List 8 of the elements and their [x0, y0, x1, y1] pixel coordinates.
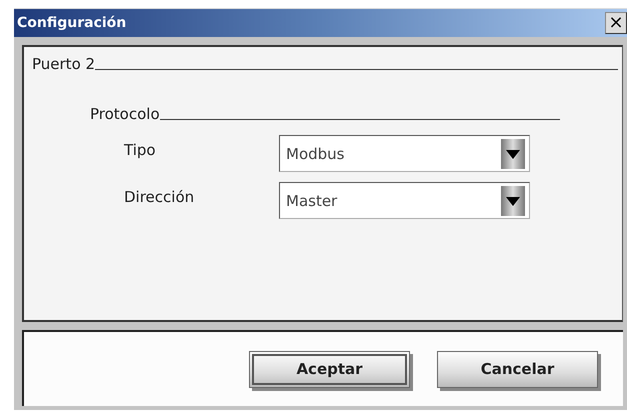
window-title: Configuración [17, 15, 126, 31]
field-label: Tipo [124, 141, 157, 159]
dropdown[interactable]: Modbus [279, 135, 530, 172]
close-button[interactable]: × [605, 12, 627, 34]
field-label: Dirección [124, 188, 196, 206]
group-title: Protocolo [90, 105, 160, 123]
group-title: Puerto 2 [32, 55, 96, 73]
dropdown[interactable]: Master [279, 182, 530, 219]
